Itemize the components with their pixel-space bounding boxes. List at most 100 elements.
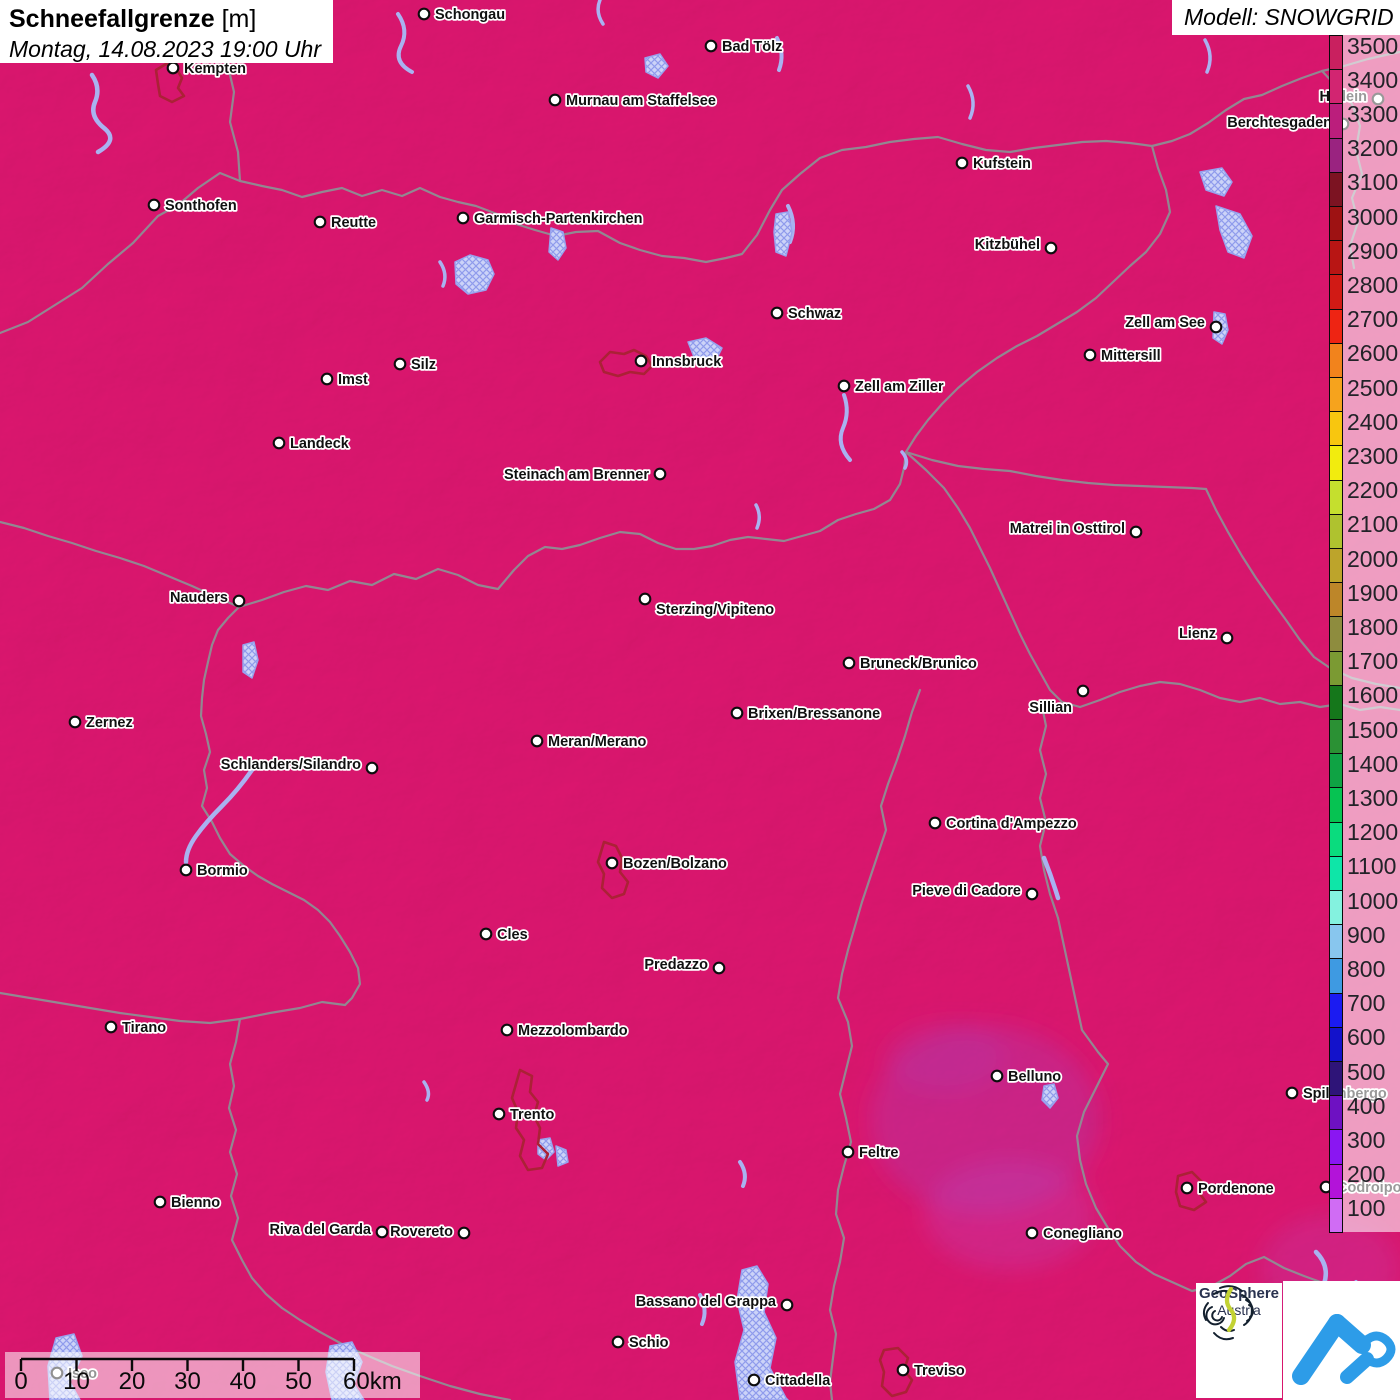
city-label: Lienz <box>1179 626 1216 642</box>
colorbar-label: 1500 <box>1347 716 1399 743</box>
colorbar-label: 2500 <box>1347 374 1399 401</box>
city-marker <box>232 594 246 608</box>
colorbar-cell <box>1329 1197 1343 1233</box>
colorbar-cell <box>1329 171 1343 207</box>
city-label: Cortina d'Ampezzo <box>946 816 1077 832</box>
city-marker <box>605 856 619 870</box>
colorbar-cell <box>1329 445 1343 481</box>
city-label: Pordenone <box>1198 1181 1274 1197</box>
city-matrei-in-osttirol[interactable]: Matrei in Osttirol <box>1008 519 1143 539</box>
city-label: Sterzing/Vipiteno <box>656 602 774 618</box>
city-marker <box>1076 684 1090 698</box>
scale-label: 0 <box>14 1368 28 1395</box>
city-label: Schio <box>629 1335 669 1351</box>
geosphere-logo[interactable]: GeoSphere Austria <box>1196 1283 1282 1398</box>
city-marker <box>1209 320 1223 334</box>
city-brixen-bressanone[interactable]: Brixen/Bressanone <box>730 704 882 724</box>
city-label: Reutte <box>331 215 376 231</box>
colorbar-cell <box>1329 513 1343 549</box>
city-meran-merano[interactable]: Meran/Merano <box>530 732 648 752</box>
colorbar-cell <box>1329 787 1343 823</box>
city-label: Belluno <box>1008 1069 1061 1085</box>
city-marker <box>417 7 431 21</box>
partner-logo[interactable] <box>1283 1281 1400 1400</box>
city-pieve-di-cadore[interactable]: Pieve di Cadore <box>911 881 1039 901</box>
city-marker <box>500 1023 514 1037</box>
model-box: Modell: SNOWGRID <box>1172 0 1400 35</box>
colorbar-label: 1800 <box>1347 613 1399 640</box>
colorbar-cell <box>1329 890 1343 926</box>
city-murnau-am-staffelsee[interactable]: Murnau am Staffelsee <box>548 91 718 111</box>
city-marker <box>730 706 744 720</box>
city-cortina-d-ampezzo[interactable]: Cortina d'Ampezzo <box>928 814 1079 834</box>
colorbar-label: 3200 <box>1347 135 1399 162</box>
city-bruneck-brunico[interactable]: Bruneck/Brunico <box>842 654 979 674</box>
scale-label: 10 <box>63 1368 90 1395</box>
city-marker <box>704 39 718 53</box>
colorbar-label: 700 <box>1347 990 1386 1017</box>
colorbar-cell <box>1329 650 1343 686</box>
colorbar-label: 1600 <box>1347 682 1399 709</box>
colorbar-label: 1000 <box>1347 887 1399 914</box>
city-label: Treviso <box>914 1363 965 1379</box>
scale-label: 60km <box>343 1368 402 1395</box>
city-marker <box>68 715 82 729</box>
scale-bar: 0 10 20 30 40 50 60km <box>5 1352 420 1398</box>
colorbar-label: 1700 <box>1347 648 1399 675</box>
colorbar-label: 1200 <box>1347 819 1399 846</box>
colorbar-cell <box>1329 821 1343 857</box>
colorbar-cell <box>1329 1129 1343 1165</box>
city-label: Cittadella <box>765 1373 831 1389</box>
city-mezzolombardo[interactable]: Mezzolombardo <box>500 1021 629 1041</box>
city-bassano-del-grappa[interactable]: Bassano del Grappa <box>634 1292 794 1312</box>
mountain-icon <box>1292 1314 1396 1385</box>
city-marker <box>1044 241 1058 255</box>
colorbar-cell <box>1329 35 1343 71</box>
city-marker <box>842 656 856 670</box>
colorbar-label: 300 <box>1347 1126 1386 1153</box>
city-label: Bienno <box>171 1195 220 1211</box>
city-marker <box>653 467 667 481</box>
city-schlanders-silandro[interactable]: Schlanders/Silandro <box>219 755 379 775</box>
city-marker <box>837 379 851 393</box>
city-label: Imst <box>338 372 368 388</box>
title-unit: [m] <box>214 5 257 33</box>
city-zell-am-ziller[interactable]: Zell am Ziller <box>837 377 946 397</box>
city-label: Rovereto <box>390 1224 453 1240</box>
colorbar-label: 1400 <box>1347 750 1399 777</box>
colorbar-label: 1900 <box>1347 579 1399 606</box>
city-marker <box>780 1298 794 1312</box>
city-marker <box>104 1020 118 1034</box>
city-label: Steinach am Brenner <box>504 467 649 483</box>
city-label: Bassano del Grappa <box>636 1294 777 1310</box>
map-canvas[interactable]: Schongau Bad Tölz Kempten Murnau am Staffel… <box>0 0 1400 1400</box>
city-label: Zell am Ziller <box>855 379 944 395</box>
colorbar-label: 2800 <box>1347 271 1399 298</box>
city-garmisch-partenkirchen[interactable]: Garmisch-Partenkirchen <box>456 209 644 229</box>
city-bozen-bolzano[interactable]: Bozen/Bolzano <box>605 854 729 874</box>
city-riva-del-garda[interactable]: Riva del Garda <box>268 1220 389 1240</box>
city-marker <box>548 93 562 107</box>
city-label: Silz <box>411 357 436 373</box>
scale-label: 30 <box>174 1368 201 1395</box>
city-marker <box>747 1373 761 1387</box>
city-label: Bozen/Bolzano <box>623 856 727 872</box>
city-steinach-am-brenner[interactable]: Steinach am Brenner <box>502 465 667 485</box>
colorbar-cell <box>1329 924 1343 960</box>
city-label: Riva del Garda <box>269 1222 371 1238</box>
city-label: Zell am See <box>1125 315 1205 331</box>
scale-label: 50 <box>285 1368 312 1395</box>
colorbar-cell <box>1329 958 1343 994</box>
city-marker <box>1025 1226 1039 1240</box>
colorbar-label: 2100 <box>1347 511 1399 538</box>
city-label: Sillian <box>1029 700 1072 716</box>
city-marker <box>530 734 544 748</box>
city-marker <box>896 1363 910 1377</box>
city-marker <box>313 215 327 229</box>
city-label: Schongau <box>435 7 505 23</box>
city-marker <box>375 1225 389 1239</box>
colorbar-cell <box>1329 274 1343 310</box>
snowfall-limit-map: Schongau Bad Tölz Kempten Murnau am Staffel… <box>0 0 1400 1400</box>
city-label: Feltre <box>859 1145 899 1161</box>
colorbar-label: 1100 <box>1347 853 1397 880</box>
